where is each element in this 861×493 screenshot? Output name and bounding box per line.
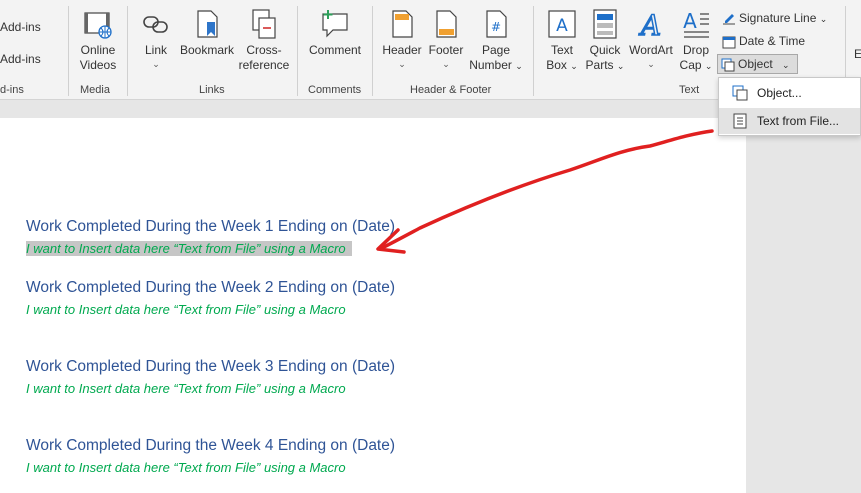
page-number-label-1: Page: [481, 43, 511, 57]
drop-cap-button[interactable]: A Drop Cap ⌄: [676, 8, 716, 74]
chevron-down-icon: ⌄: [442, 59, 450, 69]
object-button[interactable]: Object ⌄: [717, 54, 798, 74]
menu-item-object-label: Object...: [757, 86, 802, 100]
footer-label: Footer: [428, 43, 464, 57]
group-divider: [297, 6, 298, 96]
chevron-down-icon: ⌄: [398, 59, 406, 69]
svg-text:A: A: [638, 9, 661, 40]
link-label: Link: [144, 43, 167, 57]
page-number-icon: #: [486, 10, 507, 38]
text-box-button[interactable]: A Text Box ⌄: [542, 8, 582, 74]
document-canvas-margin: [746, 100, 861, 493]
svg-text:A: A: [556, 16, 568, 36]
online-video-icon: [84, 12, 112, 39]
page-number-button[interactable]: # Page Number ⌄: [468, 8, 524, 74]
group-divider: [68, 6, 69, 96]
online-videos-label-1: Online: [80, 43, 116, 57]
calendar-icon: [722, 36, 736, 49]
week-4-heading[interactable]: Work Completed During the Week 4 Ending …: [26, 437, 395, 455]
comment-button[interactable]: Comment: [306, 8, 364, 58]
object-icon: [721, 58, 735, 72]
addins-item-1[interactable]: Add-ins: [0, 17, 41, 37]
document-page[interactable]: Work Completed During the Week 1 Ending …: [0, 118, 746, 493]
comment-icon: [322, 10, 348, 38]
group-divider: [533, 6, 534, 96]
online-videos-label-2: Videos: [79, 58, 117, 72]
signature-line-label: Signature Line: [739, 11, 817, 25]
header-footer-group-label: Header & Footer: [410, 84, 492, 96]
svg-text:A: A: [683, 9, 697, 33]
object-dropdown-menu: Object... Text from File...: [718, 77, 861, 136]
drop-cap-label-1: Drop: [682, 43, 709, 57]
comment-label: Comment: [308, 43, 361, 57]
addins-item-2[interactable]: Add-ins: [0, 49, 41, 69]
links-group-label: Links: [199, 84, 225, 96]
link-button[interactable]: Link ⌄: [136, 8, 176, 70]
quick-parts-button[interactable]: Quick Parts ⌄: [584, 8, 626, 74]
date-time-label: Date & Time: [739, 34, 806, 48]
cross-reference-icon: [252, 9, 276, 39]
week-1-note-selected[interactable]: I want to Insert data here “Text from Fi…: [26, 241, 352, 256]
page-number-label-2: Number: [469, 58, 512, 72]
drop-cap-label-2: Cap: [679, 58, 702, 72]
cross-reference-label-2: reference: [238, 58, 290, 72]
online-videos-button[interactable]: Online Videos: [76, 8, 120, 73]
header-label: Header: [382, 43, 422, 57]
footer-button[interactable]: Footer ⌄: [424, 8, 468, 70]
chevron-down-icon: ⌄: [152, 59, 160, 69]
week-3-note[interactable]: I want to Insert data here “Text from Fi…: [26, 381, 346, 396]
week-1-heading[interactable]: Work Completed During the Week 1 Ending …: [26, 218, 395, 236]
link-icon: [143, 16, 168, 33]
week-4-note[interactable]: I want to Insert data here “Text from Fi…: [26, 460, 346, 475]
week-2-heading[interactable]: Work Completed During the Week 2 Ending …: [26, 279, 395, 297]
quick-parts-label-1: Quick: [589, 43, 621, 57]
bookmark-label: Bookmark: [179, 43, 235, 57]
text-box-label-1: Text: [550, 43, 573, 57]
svg-text:#: #: [491, 20, 501, 34]
comments-group-label: Comments: [308, 84, 362, 96]
cross-reference-label-1: Cross-: [246, 43, 282, 57]
header-button[interactable]: Header ⌄: [380, 8, 424, 70]
menu-item-text-from-file-label: Text from File...: [757, 114, 840, 128]
wordart-label: WordArt: [629, 43, 673, 57]
quick-parts-icon: [593, 9, 617, 39]
group-divider: [127, 6, 128, 96]
wordart-icon: A: [637, 8, 662, 40]
quick-parts-label-2: Parts: [585, 58, 614, 72]
cross-reference-button[interactable]: Cross- reference: [238, 8, 290, 73]
bookmark-button[interactable]: Bookmark: [178, 8, 236, 58]
date-time-button[interactable]: Date & Time: [722, 31, 805, 51]
signature-line-icon: [723, 13, 735, 25]
header-icon: [392, 10, 413, 38]
object-icon: [732, 85, 748, 101]
truncated-ribbon-item[interactable]: E: [854, 44, 861, 64]
text-file-icon: [733, 113, 747, 129]
media-group-label: Media: [80, 84, 110, 96]
text-box-icon: A: [548, 10, 576, 38]
menu-item-object[interactable]: Object...: [719, 80, 860, 106]
bookmark-icon: [197, 10, 218, 38]
signature-line-button[interactable]: Signature Line ⌄: [722, 8, 827, 28]
menu-item-text-from-file[interactable]: Text from File...: [719, 108, 860, 134]
text-group-label: Text: [679, 84, 700, 96]
week-2-note[interactable]: I want to Insert data here “Text from Fi…: [26, 302, 346, 317]
document-canvas-gap: [0, 100, 746, 118]
chevron-down-icon: ⌄: [647, 59, 655, 69]
week-3-heading[interactable]: Work Completed During the Week 3 Ending …: [26, 358, 395, 376]
text-box-label-2: Box: [546, 58, 567, 72]
wordart-button[interactable]: A WordArt ⌄: [626, 8, 676, 70]
drop-cap-icon: A: [683, 9, 709, 38]
group-divider: [372, 6, 373, 96]
footer-icon: [436, 10, 457, 38]
object-label: Object: [738, 57, 773, 71]
addins-group-label: d-ins: [0, 84, 24, 96]
